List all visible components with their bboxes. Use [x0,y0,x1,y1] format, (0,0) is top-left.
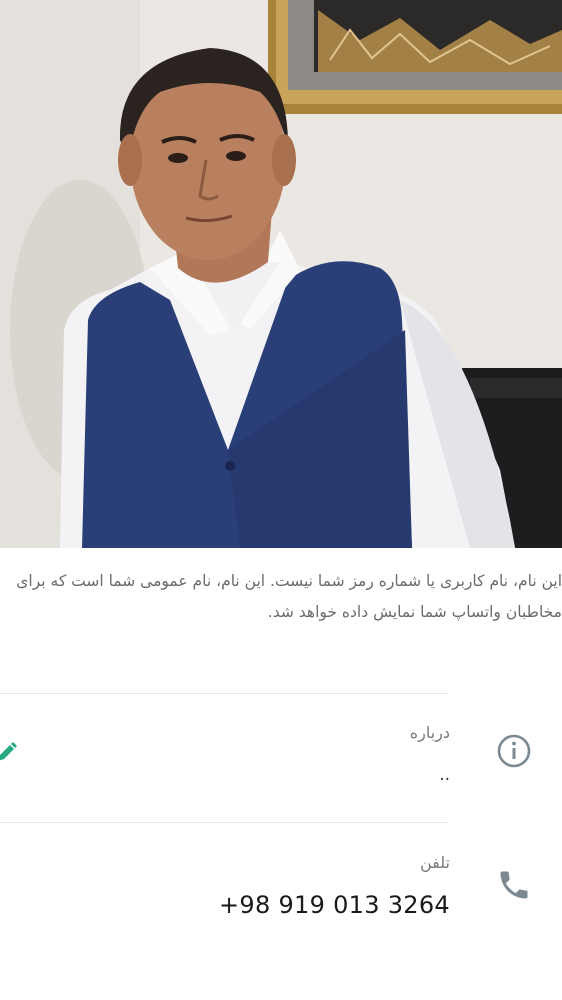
phone-number: +98 919 013 3264 [218,891,450,919]
profile-photo-illustration [0,0,562,548]
phone-label: تلفن [419,853,450,872]
name-hint-text: این نام، نام کاربری یا شماره رمز شما نیس… [16,572,562,621]
name-hint-container: این نام، نام کاربری یا شماره رمز شما نیس… [0,566,562,666]
profile-photo[interactable] [0,0,562,548]
divider [0,693,448,694]
about-row[interactable]: درباره .. [0,713,562,823]
phone-icon [496,867,532,903]
phone-row[interactable]: تلفن +98 919 013 3264 [0,843,562,943]
divider [0,822,448,823]
about-label: درباره [409,723,450,742]
info-icon [496,733,532,769]
edit-icon[interactable] [0,739,18,765]
profile-details: این نام، نام کاربری یا شماره رمز شما نیس… [0,548,562,1000]
about-value: .. [439,765,450,785]
